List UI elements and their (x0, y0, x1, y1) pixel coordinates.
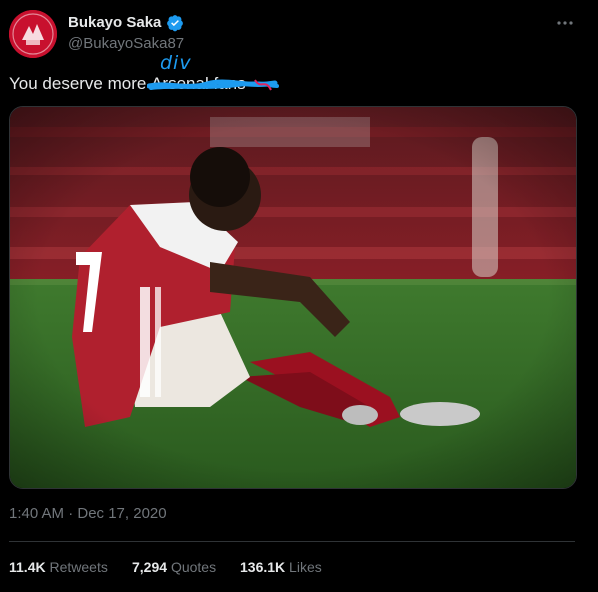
tweet-timestamp[interactable]: 1:40 AM · Dec 17, 2020 (9, 505, 167, 523)
struck-out-text: Arsenal fans (147, 74, 280, 94)
display-name[interactable]: Bukayo Saka (68, 14, 161, 32)
likes-stat[interactable]: 136.1K Likes (240, 558, 322, 576)
avatar[interactable] (9, 10, 57, 58)
retweets-label: Retweets (49, 559, 108, 575)
more-dots-icon (557, 21, 573, 25)
struck-out-words: Arsenal fans (151, 74, 246, 93)
user-handle[interactable]: @BukayoSaka87 (68, 35, 184, 53)
quotes-label: Quotes (170, 559, 217, 575)
retweets-count: 11.4K (9, 559, 46, 575)
likes-count: 136.1K (240, 559, 286, 575)
retweets-stat[interactable]: 11.4K Retweets (9, 558, 108, 576)
tweet-card: Bukayo Saka @BukayoSaka87 div You deserv… (0, 0, 598, 592)
quotes-count: 7,294 (132, 559, 168, 575)
tweet-text-main: You deserve more (9, 74, 152, 93)
handwritten-correction: div (160, 52, 192, 74)
tweet-photo[interactable] (9, 106, 577, 489)
quotes-stat[interactable]: 7,294 Quotes (132, 558, 216, 576)
more-options-button[interactable] (554, 12, 576, 34)
divider (9, 541, 575, 542)
tweet-text: You deserve more Arsenal fans (9, 74, 280, 94)
likes-label: Likes (289, 559, 322, 575)
verified-badge-icon (167, 15, 183, 32)
